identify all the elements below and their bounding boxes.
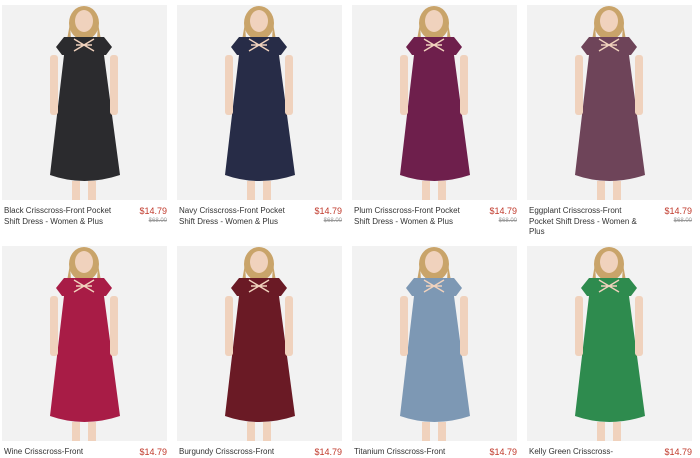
product-image[interactable] xyxy=(2,246,167,441)
product-image[interactable] xyxy=(527,5,692,200)
sale-price: $14.79 xyxy=(489,447,517,457)
product-name[interactable]: Burgundy Crisscross-Front xyxy=(179,447,291,458)
product-name[interactable]: Navy Crisscross-Front Pocket Shift Dress… xyxy=(179,206,291,227)
sale-price: $14.79 xyxy=(664,447,692,457)
product-name[interactable]: Plum Crisscross-Front Pocket Shift Dress… xyxy=(354,206,466,227)
sale-price: $14.79 xyxy=(489,206,517,216)
product-name[interactable]: Black Crisscross-Front Pocket Shift Dres… xyxy=(4,206,116,227)
product-image[interactable] xyxy=(352,5,517,200)
product-name[interactable]: Kelly Green Crisscross- xyxy=(529,447,641,458)
original-price: $68.00 xyxy=(148,218,167,224)
product-name[interactable]: Titanium Crisscross-Front xyxy=(354,447,466,458)
product-image[interactable] xyxy=(177,5,342,200)
original-price: $68.00 xyxy=(498,218,517,224)
sale-price: $14.79 xyxy=(139,447,167,457)
original-price: $68.00 xyxy=(323,218,342,224)
product-name[interactable]: Eggplant Crisscross-Front Pocket Shift D… xyxy=(529,206,641,238)
product-grid: Black Crisscross-Front Pocket Shift Dres… xyxy=(0,0,700,458)
sale-price: $14.79 xyxy=(314,206,342,216)
product-image[interactable] xyxy=(527,246,692,441)
product-image[interactable] xyxy=(177,246,342,441)
sale-price: $14.79 xyxy=(139,206,167,216)
original-price: $68.00 xyxy=(673,218,692,224)
product-name[interactable]: Wine Crisscross-Front xyxy=(4,447,116,458)
sale-price: $14.79 xyxy=(664,206,692,216)
product-image[interactable] xyxy=(352,246,517,441)
sale-price: $14.79 xyxy=(314,447,342,457)
product-image[interactable] xyxy=(2,5,167,200)
